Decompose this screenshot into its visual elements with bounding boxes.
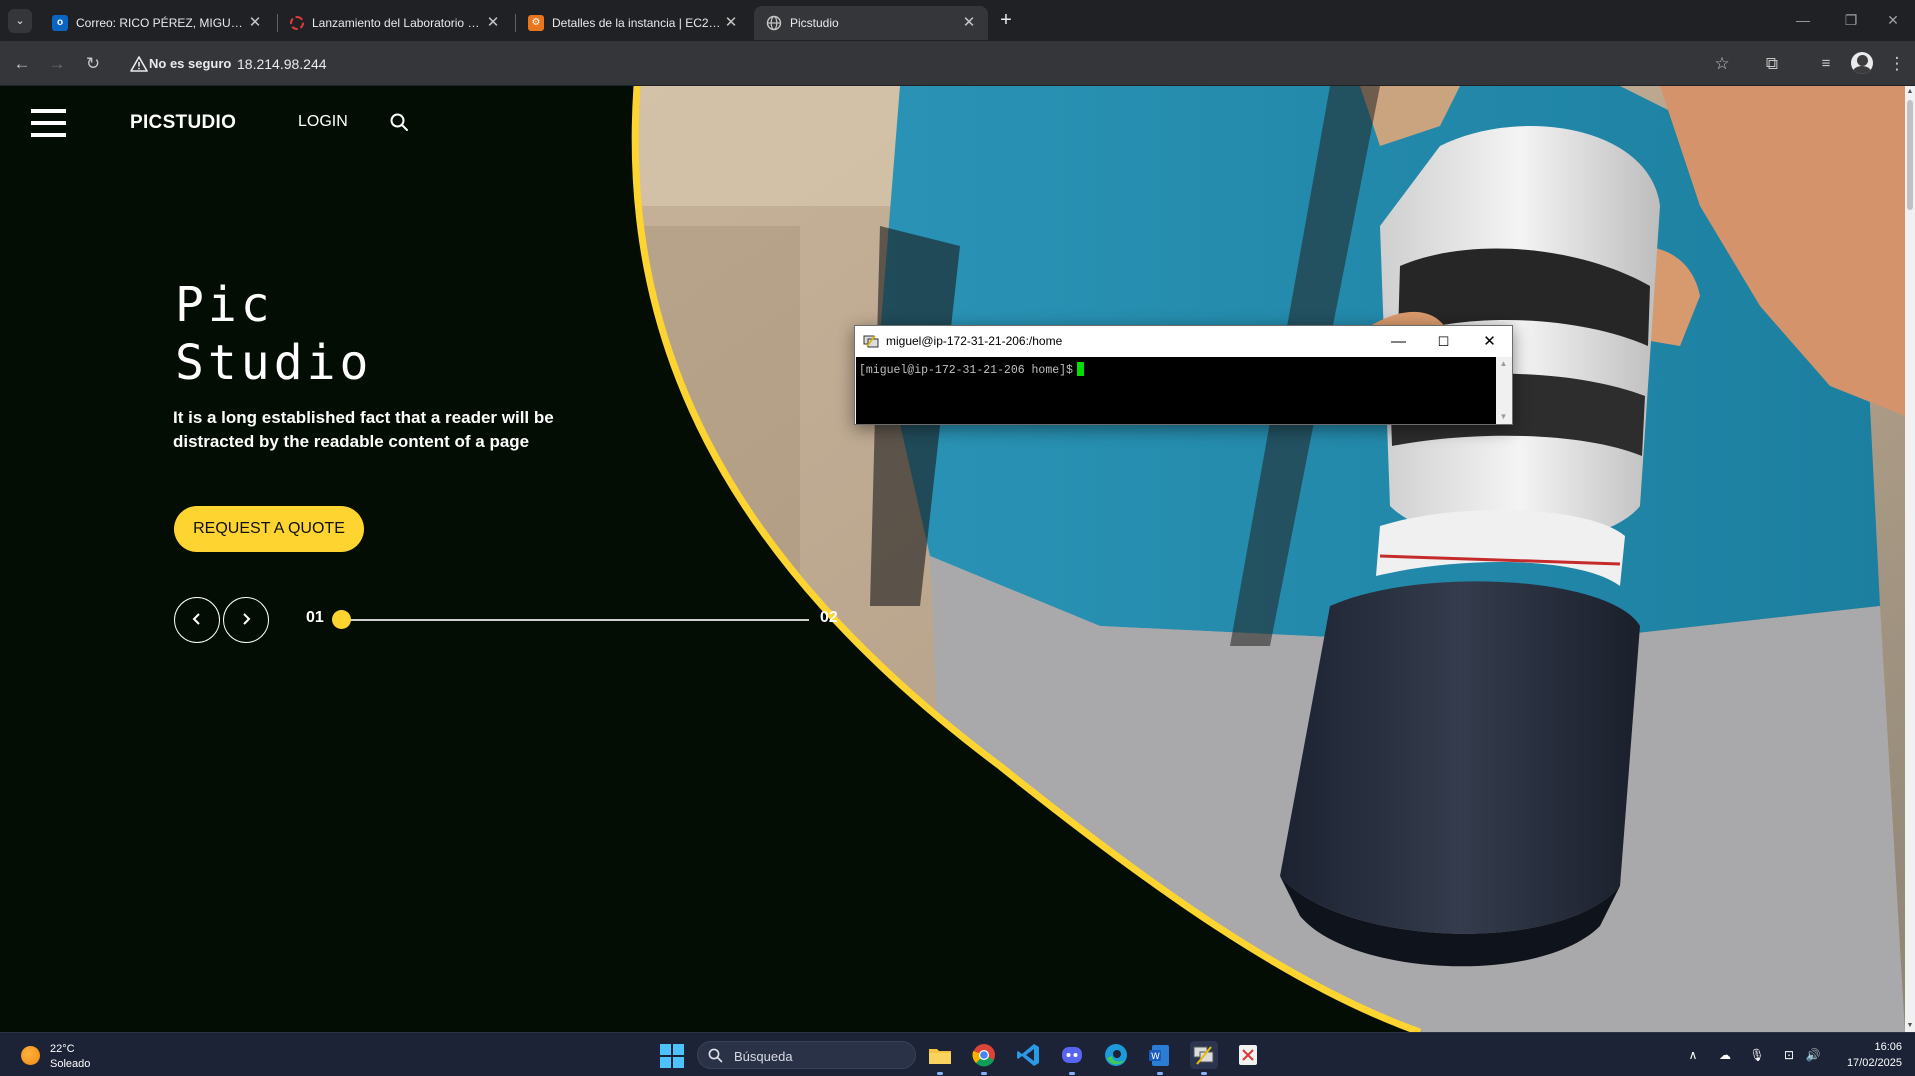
discord-icon[interactable] <box>1058 1041 1086 1075</box>
scroll-down-arrow-icon[interactable]: ▼ <box>1905 1020 1915 1032</box>
outlook-icon: o <box>52 15 68 31</box>
scroll-up-arrow-icon[interactable]: ▲ <box>1496 357 1511 371</box>
hero-title-line: Studio <box>175 335 373 391</box>
slider-handle[interactable] <box>332 610 351 629</box>
tab-title: Correo: RICO PÉREZ, MIGUEL - Outlook <box>76 16 246 30</box>
address-bar[interactable]: No es seguro 18.214.98.244 <box>120 48 1760 80</box>
slider-track[interactable] <box>341 619 809 621</box>
volume-icon[interactable]: 🔊 <box>1804 1047 1822 1063</box>
request-quote-button[interactable]: REQUEST A QUOTE <box>174 506 364 552</box>
globe-icon <box>766 15 782 31</box>
close-tab-icon[interactable]: ✕ <box>960 14 978 32</box>
scroll-down-arrow-icon[interactable]: ▼ <box>1496 410 1511 424</box>
chrome-icon[interactable] <box>970 1041 998 1075</box>
putty-icon <box>863 335 879 348</box>
terminal-maximize-icon[interactable]: ☐ <box>1421 326 1466 357</box>
close-window-icon[interactable]: ✕ <box>1870 6 1915 34</box>
close-tab-icon[interactable]: ✕ <box>722 14 740 32</box>
terminal-titlebar[interactable]: miguel@ip-172-31-21-206:/home — ☐ ✕ <box>855 326 1512 357</box>
terminal-close-icon[interactable]: ✕ <box>1467 326 1512 357</box>
tab-search-button[interactable]: ⌄ <box>8 9 32 33</box>
new-tab-button[interactable]: + <box>994 9 1018 33</box>
search-placeholder: Búsqueda <box>734 1049 793 1064</box>
snipping-tool-icon[interactable] <box>1234 1041 1262 1069</box>
edge-icon[interactable] <box>1102 1041 1130 1069</box>
bookmark-star-icon[interactable]: ☆ <box>1709 51 1735 77</box>
windows-taskbar: 22°C Soleado Búsqueda W ∧ ☁ 🎙 ⊡ 🔊 16:06 <box>0 1032 1915 1076</box>
hero-subtitle: It is a long established fact that a rea… <box>173 408 554 451</box>
chevron-right-icon <box>243 613 251 625</box>
hero-title-line: Pic <box>175 277 274 333</box>
tab-title: Picstudio <box>790 16 839 30</box>
profile-avatar[interactable] <box>1851 52 1873 74</box>
login-link[interactable]: LOGIN <box>298 113 348 131</box>
weather-description[interactable]: Soleado <box>50 1058 90 1070</box>
putty-taskbar-icon[interactable] <box>1190 1041 1218 1075</box>
tab-title: Detalles de la instancia | EC2 | us-east… <box>552 16 722 30</box>
search-icon[interactable] <box>389 112 409 132</box>
terminal-prompt-line: [miguel@ip-172-31-21-206 home]$ <box>859 362 1084 377</box>
reload-icon[interactable]: ↻ <box>80 51 106 77</box>
network-icon[interactable]: ⊡ <box>1780 1047 1798 1063</box>
terminal-cursor <box>1076 362 1084 376</box>
vscode-icon[interactable] <box>1014 1041 1042 1069</box>
slider-next-button[interactable] <box>223 597 269 643</box>
tab-picstudio[interactable]: Picstudio ✕ <box>754 6 988 40</box>
url-text[interactable]: 18.214.98.244 <box>237 56 327 72</box>
tab-ec2-details[interactable]: ⚙ Detalles de la instancia | EC2 | us-ea… <box>516 6 750 40</box>
taskbar-search-box[interactable]: Búsqueda <box>697 1041 916 1069</box>
search-icon <box>708 1048 723 1063</box>
chevron-left-icon <box>192 613 200 625</box>
scroll-up-arrow-icon[interactable]: ▲ <box>1905 86 1915 98</box>
back-arrow-icon[interactable]: ← <box>9 51 35 77</box>
slider-current-number: 01 <box>306 609 324 626</box>
windows-start-icon[interactable] <box>660 1044 684 1068</box>
weather-sun-icon[interactable] <box>21 1046 40 1065</box>
hero-photo <box>631 86 1905 1032</box>
microphone-icon[interactable]: 🎙 <box>1748 1047 1766 1063</box>
terminal-title: miguel@ip-172-31-21-206:/home <box>886 334 1063 348</box>
brand-logo[interactable]: PICSTUDIO <box>130 112 236 134</box>
svg-text:W: W <box>1151 1052 1160 1062</box>
warning-triangle-icon[interactable] <box>130 55 148 73</box>
minimize-window-icon[interactable]: — <box>1780 6 1826 34</box>
tab-outlook[interactable]: o Correo: RICO PÉREZ, MIGUEL - Outlook ✕ <box>40 6 274 40</box>
weather-temperature[interactable]: 22°C <box>50 1043 75 1055</box>
aws-icon: ⚙ <box>528 15 544 31</box>
terminal-minimize-icon[interactable]: — <box>1376 326 1421 357</box>
terminal-window[interactable]: miguel@ip-172-31-21-206:/home — ☐ ✕ [mig… <box>854 325 1513 425</box>
media-queue-icon[interactable]: ≡ <box>1813 51 1839 77</box>
forward-arrow-icon[interactable]: → <box>44 51 70 77</box>
scrollbar-thumb[interactable] <box>1907 100 1913 210</box>
security-label[interactable]: No es seguro <box>149 56 231 71</box>
tab-title: Lanzamiento del Laboratorio para AWS <box>312 16 484 30</box>
restore-window-icon[interactable]: ❐ <box>1828 6 1874 34</box>
clock-date[interactable]: 17/02/2025 <box>1836 1057 1902 1069</box>
browser-tabstrip: ⌄ o Correo: RICO PÉREZ, MIGUEL - Outlook… <box>0 0 1915 41</box>
hamburger-menu-icon[interactable] <box>31 109 66 139</box>
menu-dots-icon[interactable]: ⋮ <box>1884 51 1910 77</box>
file-explorer-icon[interactable] <box>926 1041 954 1075</box>
extensions-puzzle-icon[interactable]: ⧉ <box>1759 51 1785 77</box>
terminal-scrollbar[interactable]: ▲ ▼ <box>1496 357 1511 424</box>
terminal-screen[interactable]: [miguel@ip-172-31-21-206 home]$ <box>856 357 1496 424</box>
clock-time[interactable]: 16:06 <box>1870 1041 1902 1053</box>
cloud-offline-icon[interactable]: ☁ <box>1716 1047 1734 1063</box>
tray-chevron-up-icon[interactable]: ∧ <box>1684 1047 1702 1063</box>
close-tab-icon[interactable]: ✕ <box>246 14 264 32</box>
loading-ring-icon <box>290 16 304 30</box>
hero-title: Pic Studio <box>175 276 372 392</box>
close-tab-icon[interactable]: ✕ <box>484 14 502 32</box>
page-viewport: PICSTUDIO LOGIN Pic Studio It is a long … <box>0 86 1915 1032</box>
word-document-icon[interactable]: W <box>1146 1041 1174 1075</box>
terminal-prompt: [miguel@ip-172-31-21-206 home]$ <box>859 364 1073 377</box>
browser-toolbar: ← → ↻ No es seguro 18.214.98.244 ☆ ⧉ ≡ ⋮ <box>0 41 1915 86</box>
slider-total-number: 02 <box>820 609 838 626</box>
tab-aws-lab[interactable]: Lanzamiento del Laboratorio para AWS ✕ <box>278 6 512 40</box>
slider-prev-button[interactable] <box>174 597 220 643</box>
page-scrollbar[interactable]: ▲ ▼ <box>1905 86 1915 1032</box>
